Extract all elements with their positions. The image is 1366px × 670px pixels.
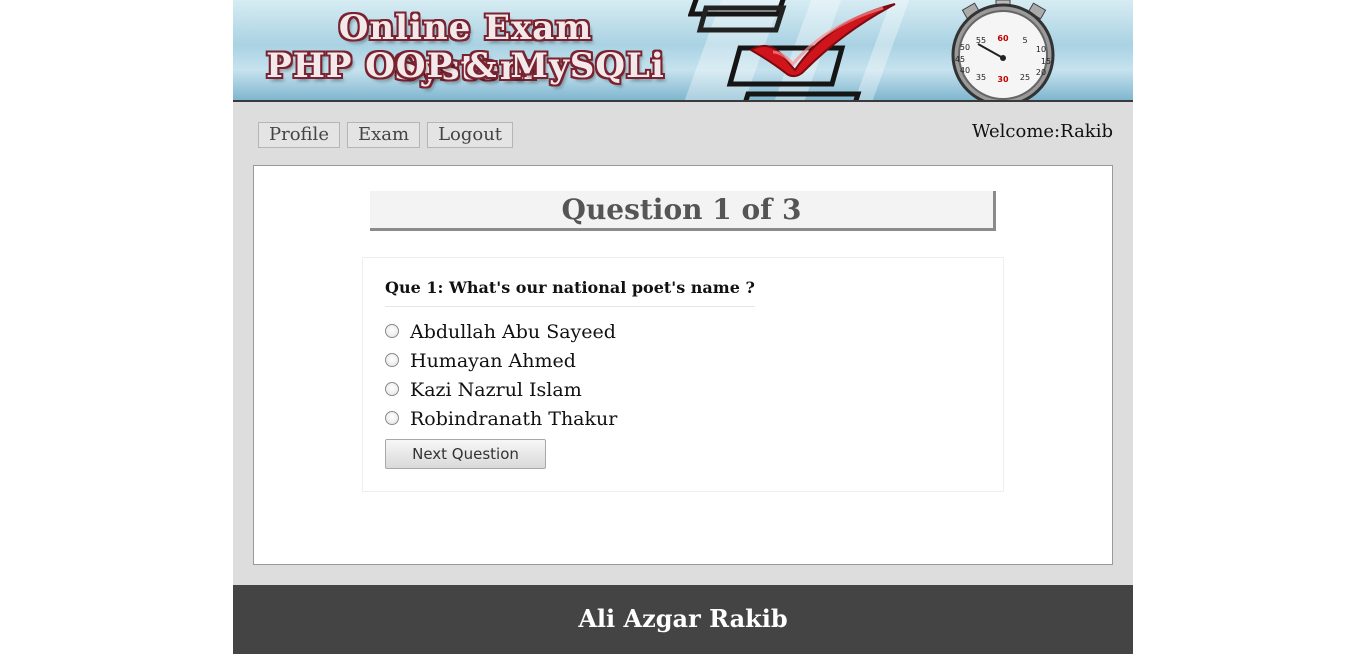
page-wrapper: Online Exam System PHP OOP & MySQLi 60 5… [233,0,1133,654]
svg-text:55: 55 [976,36,986,45]
svg-text:5: 5 [1022,36,1027,45]
question-text: What's our national poet's name ? [448,278,755,297]
nav-profile-link[interactable]: Profile [258,122,340,148]
banner-title-line2: PHP OOP & MySQLi [266,46,665,86]
answer-option-label: Abdullah Abu Sayeed [410,321,616,343]
radio-button[interactable] [385,353,399,367]
svg-text:20: 20 [1036,68,1046,77]
stopwatch-icon: 60 5 10 15 20 25 30 35 40 45 50 55 [951,0,1055,100]
svg-text:25: 25 [1020,73,1030,82]
svg-text:45: 45 [955,55,965,64]
welcome-username: Rakib [1060,121,1113,142]
header-banner: Online Exam System PHP OOP & MySQLi 60 5… [233,0,1133,102]
svg-text:15: 15 [1041,57,1051,66]
answer-option-label: Robindranath Thakur [410,408,618,430]
welcome-label: Welcome: [971,121,1061,142]
svg-text:50: 50 [960,43,970,52]
question-box: Que 1: What's our national poet's name ?… [362,257,1004,492]
nav-exam-link[interactable]: Exam [346,122,421,148]
main-content: Question 1 of 3 Que 1: What's our nation… [253,165,1113,565]
main-nav: Profile Exam Logout [258,122,520,148]
answer-option[interactable]: Robindranath Thakur [385,407,617,431]
svg-text:30: 30 [997,75,1009,84]
svg-text:60: 60 [997,34,1009,43]
answer-option[interactable]: Humayan Ahmed [385,349,576,373]
answer-option[interactable]: Abdullah Abu Sayeed [385,320,616,344]
answer-option-label: Humayan Ahmed [410,350,576,372]
answer-option[interactable]: Kazi Nazrul Islam [385,378,582,402]
question-total: 3 [781,193,802,226]
question-current: 1 [712,193,732,226]
radio-button[interactable] [385,382,399,396]
question-word: Question [561,193,703,226]
question-of-word: of [741,193,773,226]
answer-option-label: Kazi Nazrul Islam [410,379,582,401]
nav-logout-link[interactable]: Logout [427,122,514,148]
svg-text:10: 10 [1036,45,1046,54]
footer-author: Ali Azgar Rakib [578,604,788,633]
footer: Ali Azgar Rakib [233,585,1133,654]
radio-button[interactable] [385,411,399,425]
next-question-button[interactable]: Next Question [385,439,546,469]
question-prefix: Que 1: [385,278,444,297]
welcome-text: Welcome:Rakib [972,121,1113,142]
question-title: Que 1: What's our national poet's name ? [385,278,755,307]
question-progress-header: Question 1 of 3 [370,191,996,231]
radio-button[interactable] [385,324,399,338]
svg-text:35: 35 [976,73,986,82]
svg-text:40: 40 [960,66,970,75]
checkmark-icon [749,3,896,78]
